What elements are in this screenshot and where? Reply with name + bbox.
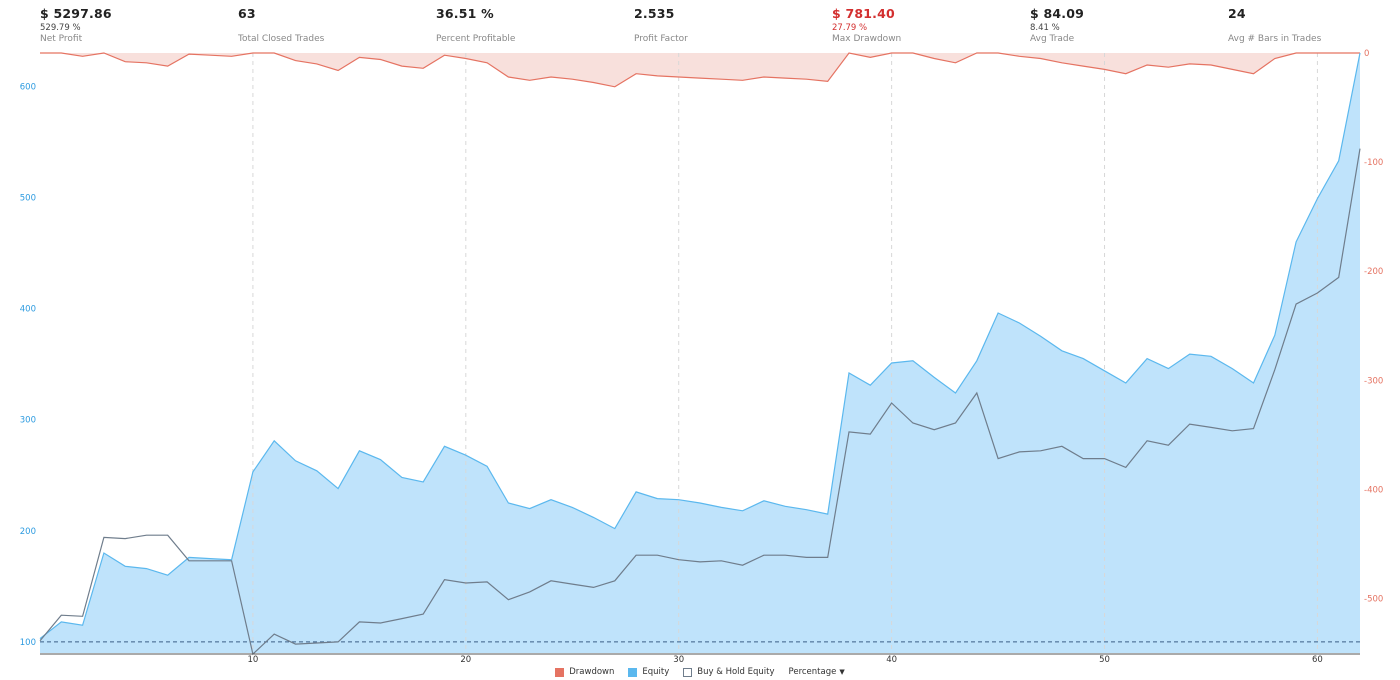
drawdown-tick-label: -300 — [1364, 376, 1383, 386]
drawdown-area — [40, 53, 1360, 87]
equity-area — [40, 53, 1360, 653]
legend-buyhold-label: Buy & Hold Equity — [697, 667, 775, 677]
buyhold-swatch — [683, 667, 693, 677]
x-tick-label: 30 — [673, 655, 684, 664]
equity-tick-label: 600 — [20, 82, 36, 92]
x-tick-label: 10 — [247, 655, 258, 664]
drawdown-swatch — [555, 667, 565, 677]
equity-tick-label: 400 — [20, 305, 36, 315]
legend-equity-label: Equity — [642, 667, 670, 677]
chart-legend: Drawdown Equity Buy & Hold Equity Percen… — [0, 664, 1400, 680]
equity-tick-label: 200 — [20, 527, 36, 537]
x-tick-label: 20 — [460, 655, 471, 664]
legend-drawdown-label: Drawdown — [569, 667, 615, 677]
equity-tick-label: 300 — [20, 416, 36, 426]
equity-swatch — [628, 667, 638, 677]
legend-buyhold[interactable]: Buy & Hold Equity — [683, 667, 775, 677]
chevron-down-icon: ▼ — [839, 668, 845, 676]
legend-drawdown[interactable]: Drawdown — [555, 667, 614, 677]
x-tick-label: 40 — [886, 655, 897, 664]
drawdown-tick-label: -200 — [1364, 267, 1383, 277]
display-mode-label: Percentage — [788, 667, 837, 677]
drawdown-tick-label: -500 — [1364, 594, 1383, 604]
x-tick-label: 60 — [1312, 655, 1323, 664]
display-mode-dropdown[interactable]: Percentage ▼ — [789, 667, 845, 677]
drawdown-tick-label: 0 — [1364, 49, 1369, 59]
drawdown-tick-label: -100 — [1364, 158, 1383, 168]
equity-tick-label: 100 — [20, 638, 36, 648]
legend-equity[interactable]: Equity — [628, 667, 669, 677]
equity-tick-label: 500 — [20, 193, 36, 203]
drawdown-tick-label: -400 — [1364, 485, 1383, 495]
x-tick-label: 50 — [1099, 655, 1110, 664]
equity-chart[interactable]: 10 20 30 40 50 60 100 200 300 400 500 600 0 -100 -200 -… — [0, 0, 1400, 664]
